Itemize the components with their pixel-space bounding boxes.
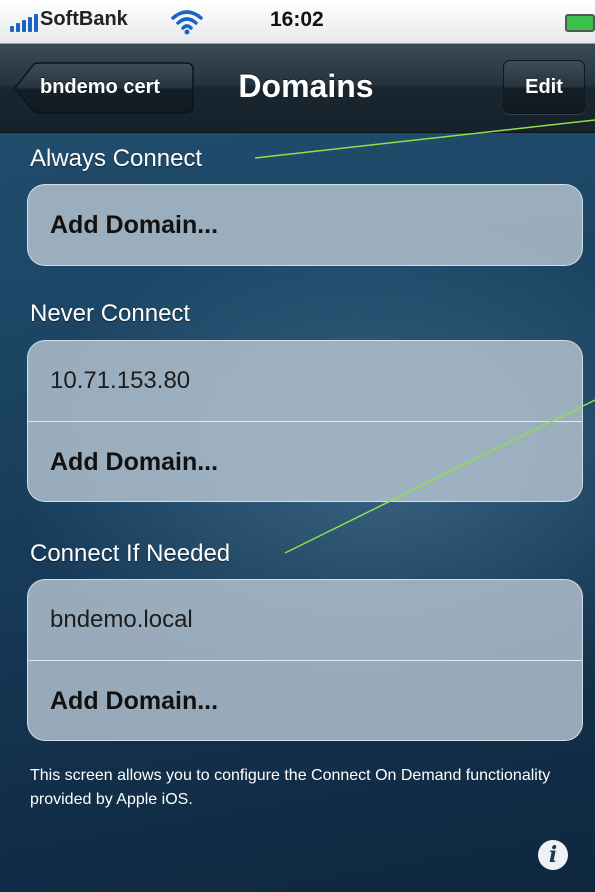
edit-button[interactable]: Edit xyxy=(503,60,585,114)
status-time: 16:02 xyxy=(270,8,324,31)
add-domain-always-connect-button[interactable]: Add Domain... xyxy=(28,185,582,265)
status-bar: SoftBank 16:02 xyxy=(0,0,595,44)
section-label-never-connect: Never Connect xyxy=(30,300,191,327)
domain-row[interactable]: bndemo.local xyxy=(28,580,582,660)
back-button[interactable]: bndemo cert xyxy=(14,62,194,114)
add-domain-never-connect-button[interactable]: Add Domain... xyxy=(28,421,582,501)
wifi-icon xyxy=(170,9,204,40)
section-label-connect-if-needed: Connect If Needed xyxy=(30,540,231,567)
connect-if-needed-group: bndemo.local Add Domain... xyxy=(27,579,583,741)
signal-strength-icon xyxy=(10,14,40,32)
add-domain-connect-if-needed-button[interactable]: Add Domain... xyxy=(28,660,582,740)
page-title: Domains xyxy=(238,68,374,104)
back-button-label: bndemo cert xyxy=(40,76,161,98)
footer-description: This screen allows you to configure the … xyxy=(30,767,551,808)
always-connect-group: Add Domain... xyxy=(27,184,583,266)
carrier-name: SoftBank xyxy=(40,8,128,30)
domain-row[interactable]: 10.71.153.80 xyxy=(28,341,582,421)
battery-icon xyxy=(565,14,595,32)
section-label-always-connect: Always Connect xyxy=(30,145,203,172)
never-connect-group: 10.71.153.80 Add Domain... xyxy=(27,340,583,502)
navigation-bar: bndemo cert Domains Edit xyxy=(0,44,595,133)
info-icon[interactable]: i xyxy=(538,840,568,870)
screen: SoftBank 16:02 bndemo cert Domains Edit … xyxy=(0,0,595,892)
